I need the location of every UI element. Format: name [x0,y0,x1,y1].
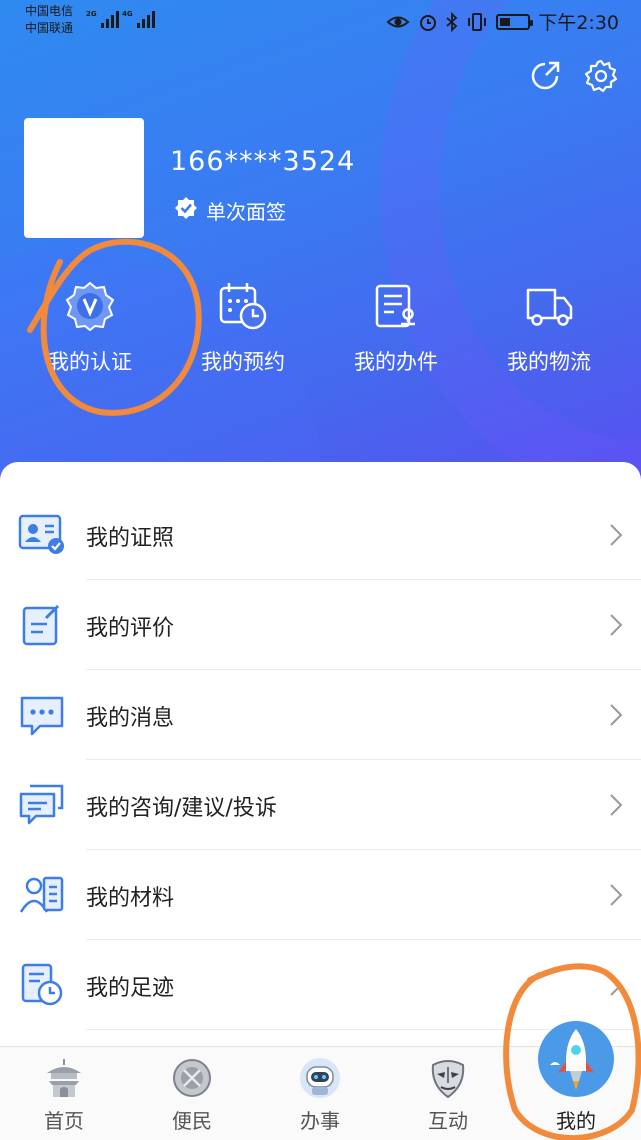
tab-label: 便民 [172,1109,212,1133]
eye-icon [386,13,410,31]
menu-item-messages[interactable]: 我的消息 [0,670,641,760]
pagoda-icon [43,1057,85,1099]
chevron-right-icon [609,883,623,907]
menu-item-label: 我的材料 [86,886,175,911]
chevron-right-icon [609,523,623,547]
tab-label: 互动 [428,1109,468,1133]
menu-card: 我的证照 我的评价 我的消息 我的咨询/建议/投诉 我的材料 我的足迹 [0,462,641,1062]
signal-icon: 4G [122,10,155,28]
menu-item-reviews[interactable]: 我的评价 [0,580,641,670]
calendar-clock-icon [168,278,318,334]
id-card-icon [18,512,66,558]
verify-label: 单次面签 [206,200,286,224]
bottom-nav: 首页 便民 办事 互动 我的 [0,1021,641,1140]
history-icon [18,962,66,1008]
tab-label: 办事 [300,1109,340,1133]
vibrate-icon [466,12,488,32]
status-icons: 下午2:30 [386,8,619,35]
robot-icon [299,1057,341,1099]
verify-badge-icon [15,278,165,334]
alarm-icon [418,12,438,32]
chevron-right-icon [609,703,623,727]
quick-action-cases[interactable]: 我的办件 [321,278,471,376]
carrier-2: 中国联通 [25,21,74,35]
quick-action-verify[interactable]: 我的认证 [15,278,165,376]
menu-item-footprints[interactable]: 我的足迹 [0,940,641,1030]
menu-item-licenses[interactable]: 我的证照 [0,490,641,580]
chevron-right-icon [609,973,623,997]
signal-icon: 2G [86,10,119,28]
bluetooth-icon [446,11,458,32]
quick-action-logistics[interactable]: 我的物流 [474,278,624,376]
opera-mask-icon [427,1057,469,1099]
tab-interaction[interactable]: 互动 [384,1047,512,1140]
chat-bubbles-icon [18,782,66,828]
verified-badge-icon [174,196,198,225]
menu-item-label: 我的证照 [86,526,175,551]
quick-action-appointment[interactable]: 我的预约 [168,278,318,376]
tab-label: 首页 [44,1109,84,1133]
quick-action-label: 我的预约 [201,350,285,374]
menu-item-inquiries[interactable]: 我的咨询/建议/投诉 [0,760,641,850]
share-icon[interactable] [527,58,563,94]
verify-status[interactable]: 单次面签 [174,196,286,225]
battery-icon [496,13,534,30]
rocket-icon [536,1019,616,1099]
avatar[interactable] [24,118,144,238]
status-bar: 中国电信 中国联通 2G 4G 下午2:30 [0,0,641,44]
carrier-labels: 中国电信 中国联通 [25,3,73,37]
document-stamp-icon [321,278,471,334]
chevron-right-icon [609,613,623,637]
chevron-right-icon [609,793,623,817]
user-phone: 166****3524 [170,146,356,177]
clock-time: 下午2:30 [538,12,619,34]
tab-mine[interactable]: 我的 [512,1021,640,1140]
tab-label: 我的 [556,1109,596,1133]
tab-services[interactable]: 便民 [128,1047,256,1140]
settings-icon[interactable] [583,58,619,94]
user-list-icon [18,872,66,918]
quick-action-label: 我的物流 [507,350,591,374]
menu-item-label: 我的咨询/建议/投诉 [86,796,277,821]
menu-item-label: 我的足迹 [86,976,175,1001]
quick-action-label: 我的办件 [354,350,438,374]
tab-affairs[interactable]: 办事 [256,1047,384,1140]
menu-item-label: 我的评价 [86,616,175,641]
service-icon [171,1057,213,1099]
truck-icon [474,278,624,334]
tab-home[interactable]: 首页 [0,1047,128,1140]
message-icon [18,692,66,738]
quick-action-label: 我的认证 [48,350,132,374]
menu-item-label: 我的消息 [86,706,175,731]
edit-note-icon [18,602,66,648]
menu-item-materials[interactable]: 我的材料 [0,850,641,940]
carrier-1: 中国电信 [25,4,74,18]
